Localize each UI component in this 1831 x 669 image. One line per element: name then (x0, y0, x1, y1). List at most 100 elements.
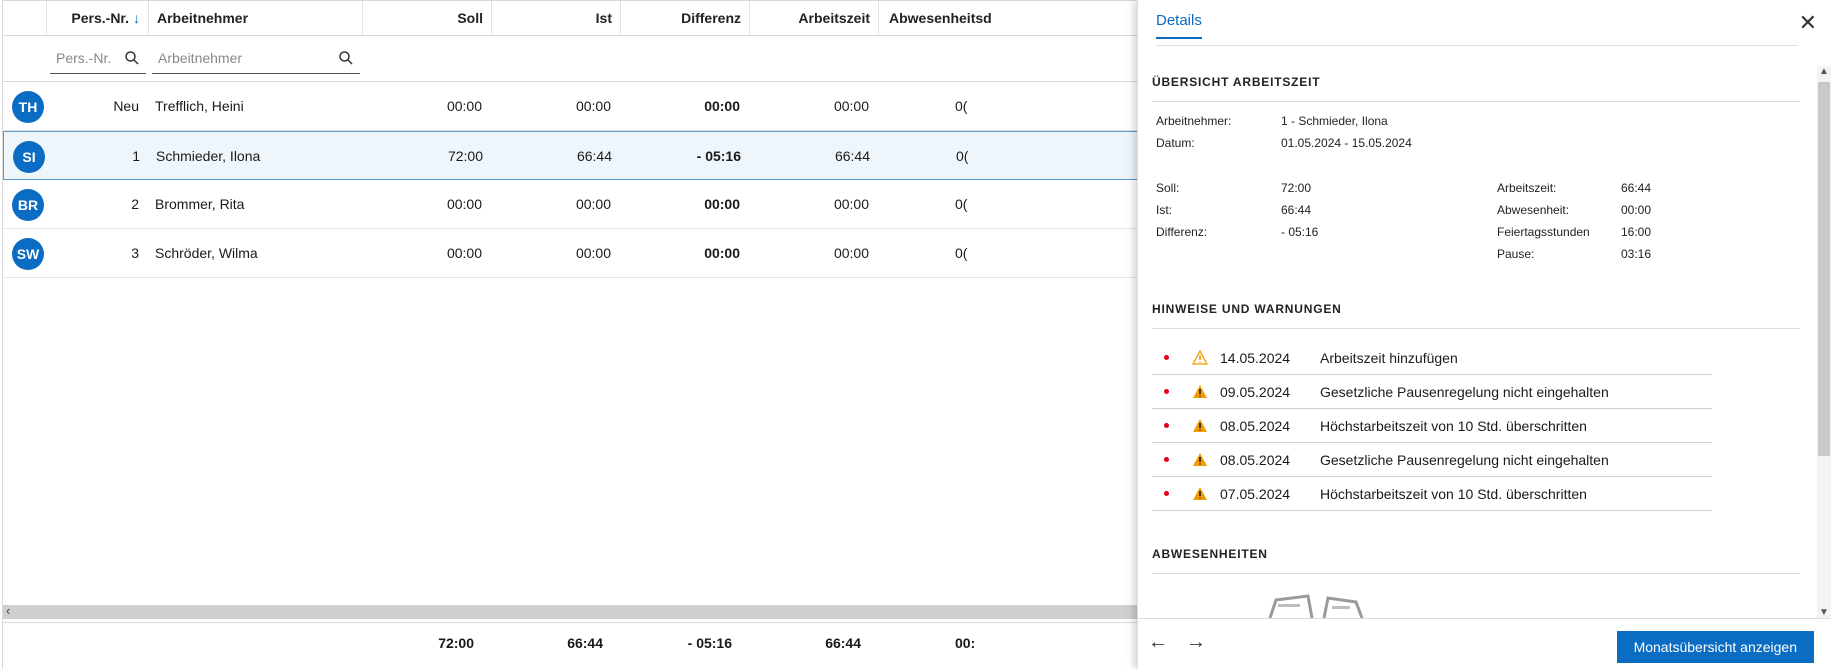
header-ist[interactable]: Ist (492, 1, 621, 36)
cell-arbeitszeit: 00:00 (833, 98, 869, 114)
tab-divider (1156, 45, 1798, 46)
app-root: Pers.-Nr. ↓ Arbeitnehmer Soll Ist Differe… (0, 0, 1831, 669)
header-persnr-label: Pers.-Nr. (71, 10, 129, 26)
warning-outline-icon (1192, 350, 1208, 365)
list-item[interactable]: 07.05.2024 Höchstarbeitszeit von 10 Std. … (1152, 477, 1712, 511)
overview-label: Arbeitszeit: (1497, 181, 1557, 195)
cell-abwesenheit: 0( (955, 98, 968, 114)
arbeitnehmer-filter-input[interactable] (152, 44, 360, 72)
cell-persnr: 3 (131, 245, 139, 261)
search-icon[interactable] (338, 50, 354, 66)
close-icon[interactable]: ✕ (1799, 10, 1817, 36)
cell-name: Schmieder, Ilona (156, 148, 261, 164)
horizontal-scrollbar[interactable]: ‹ (3, 603, 1138, 619)
header-soll[interactable]: Soll (363, 1, 492, 36)
cell-ist: 00:00 (575, 98, 611, 114)
scroll-left-icon[interactable]: ‹ (6, 603, 10, 618)
scroll-up-icon[interactable]: ▲ (1819, 66, 1829, 77)
overview-value: 72:00 (1281, 181, 1312, 195)
list-item[interactable]: 08.05.2024 Höchstarbeitszeit von 10 Std. … (1152, 409, 1712, 443)
scrollbar-thumb[interactable] (1818, 82, 1830, 456)
header-abwesenheit[interactable]: Abwesenheitsd (879, 1, 1138, 36)
overview-value: 16:00 (1621, 225, 1652, 239)
cell-soll: 00:00 (446, 245, 482, 261)
warning-text: Gesetzliche Pausenregelung nicht eingeha… (1320, 384, 1609, 400)
list-item[interactable]: 14.05.2024 Arbeitszeit hinzufügen (1152, 341, 1712, 375)
cell-name: Brommer, Rita (155, 196, 245, 212)
header-differenz[interactable]: Differenz (621, 1, 750, 36)
absences-title: ABWESENHEITEN (1152, 547, 1268, 561)
bullet-dot-icon (1164, 355, 1169, 360)
cell-ist: 00:00 (575, 245, 611, 261)
cell-ist: 00:00 (575, 196, 611, 212)
overview-title: ÜBERSICHT ARBEITSZEIT (1152, 75, 1321, 89)
list-item[interactable]: 09.05.2024 Gesetzliche Pausenregelung nic… (1152, 375, 1712, 409)
tab-details[interactable]: Details (1156, 12, 1202, 39)
table-row[interactable]: SI 1 Schmieder, Ilona 72:00 66:44 - 05:16 66:4… (3, 131, 1138, 180)
panel-footer: ← → Monatsübersicht anzeigen (1138, 618, 1831, 669)
cell-abwesenheit: 0( (956, 148, 969, 164)
table-row[interactable]: TH Neu Trefflich, Heini 00:00 00:00 00:00 00:0… (3, 82, 1138, 131)
avatar: SI (13, 141, 45, 173)
arbeitnehmer-filter (152, 44, 360, 74)
cell-name: Trefflich, Heini (155, 98, 244, 114)
cell-arbeitszeit: 00:00 (833, 196, 869, 212)
cell-name: Schröder, Wilma (155, 245, 258, 261)
arbeitnehmer-label: Arbeitnehmer: (1156, 114, 1232, 128)
overview-label: Pause: (1497, 247, 1535, 261)
total-soll: 72:00 (438, 635, 474, 651)
total-arbeitszeit: 66:44 (825, 635, 861, 651)
cell-differenz: 00:00 (704, 245, 740, 261)
overview-label: Soll: (1156, 181, 1180, 195)
total-differenz: - 05:16 (687, 635, 732, 651)
arrow-left-icon[interactable]: ← (1148, 631, 1168, 654)
overview-label: Abwesenheit: (1497, 203, 1570, 217)
scroll-down-icon[interactable]: ▼ (1819, 607, 1829, 618)
bullet-dot-icon (1164, 389, 1169, 394)
datum-label: Datum: (1156, 136, 1195, 150)
warning-icon (1193, 487, 1207, 500)
header-persnr[interactable]: Pers.-Nr. ↓ (47, 1, 149, 36)
cell-persnr: 2 (131, 196, 139, 212)
arrow-right-icon[interactable]: → (1186, 631, 1206, 654)
details-panel: Details ✕ ▲ ▼ ÜBERSICHT ARBEITSZEIT Arbe… (1137, 0, 1831, 669)
header-arbeitszeit[interactable]: Arbeitszeit (750, 1, 879, 36)
warning-date: 08.05.2024 (1220, 452, 1291, 468)
header-arbeitnehmer[interactable]: Arbeitnehmer (149, 1, 363, 36)
cell-soll: 00:00 (446, 196, 482, 212)
cell-ist: 66:44 (576, 148, 612, 164)
cell-soll: 72:00 (447, 148, 483, 164)
cell-persnr: Neu (113, 98, 139, 114)
cell-abwesenheit: 0( (955, 196, 968, 212)
search-icon[interactable] (124, 50, 140, 66)
overview-divider (1152, 101, 1800, 102)
cell-soll: 00:00 (446, 98, 482, 114)
warnings-divider (1152, 328, 1800, 329)
cell-differenz: 00:00 (704, 98, 740, 114)
warning-date: 09.05.2024 (1220, 384, 1291, 400)
warning-icon (1193, 453, 1207, 466)
overview-value: 66:44 (1281, 203, 1312, 217)
cell-persnr: 1 (132, 148, 140, 164)
overview-value: 66:44 (1621, 181, 1652, 195)
overview-label: Differenz: (1156, 225, 1208, 239)
header-avatar-col (3, 1, 47, 36)
cell-arbeitszeit: 00:00 (833, 245, 869, 261)
sort-down-icon: ↓ (133, 10, 140, 26)
employee-grid: Pers.-Nr. ↓ Arbeitnehmer Soll Ist Differe… (2, 0, 1138, 669)
filter-row (3, 36, 1138, 82)
warning-text: Höchstarbeitszeit von 10 Std. überschrit… (1320, 486, 1587, 502)
vertical-scrollbar[interactable]: ▲ ▼ (1817, 66, 1831, 618)
table-row[interactable]: SW 3 Schröder, Wilma 00:00 00:00 00:00 00:00 0( (3, 229, 1138, 278)
warning-date: 08.05.2024 (1220, 418, 1291, 434)
warning-text: Arbeitszeit hinzufügen (1320, 350, 1458, 366)
total-ist: 66:44 (567, 635, 603, 651)
avatar: SW (12, 238, 44, 270)
table-row[interactable]: BR 2 Brommer, Rita 00:00 00:00 00:00 00:00 0( (3, 180, 1138, 229)
avatar: BR (12, 189, 44, 221)
warning-icon (1193, 419, 1207, 432)
show-month-overview-button[interactable]: Monatsübersicht anzeigen (1616, 631, 1814, 663)
warning-text: Höchstarbeitszeit von 10 Std. überschrit… (1320, 418, 1587, 434)
empty-state-illustration-icon (1268, 594, 1364, 618)
list-item[interactable]: 08.05.2024 Gesetzliche Pausenregelung nic… (1152, 443, 1712, 477)
